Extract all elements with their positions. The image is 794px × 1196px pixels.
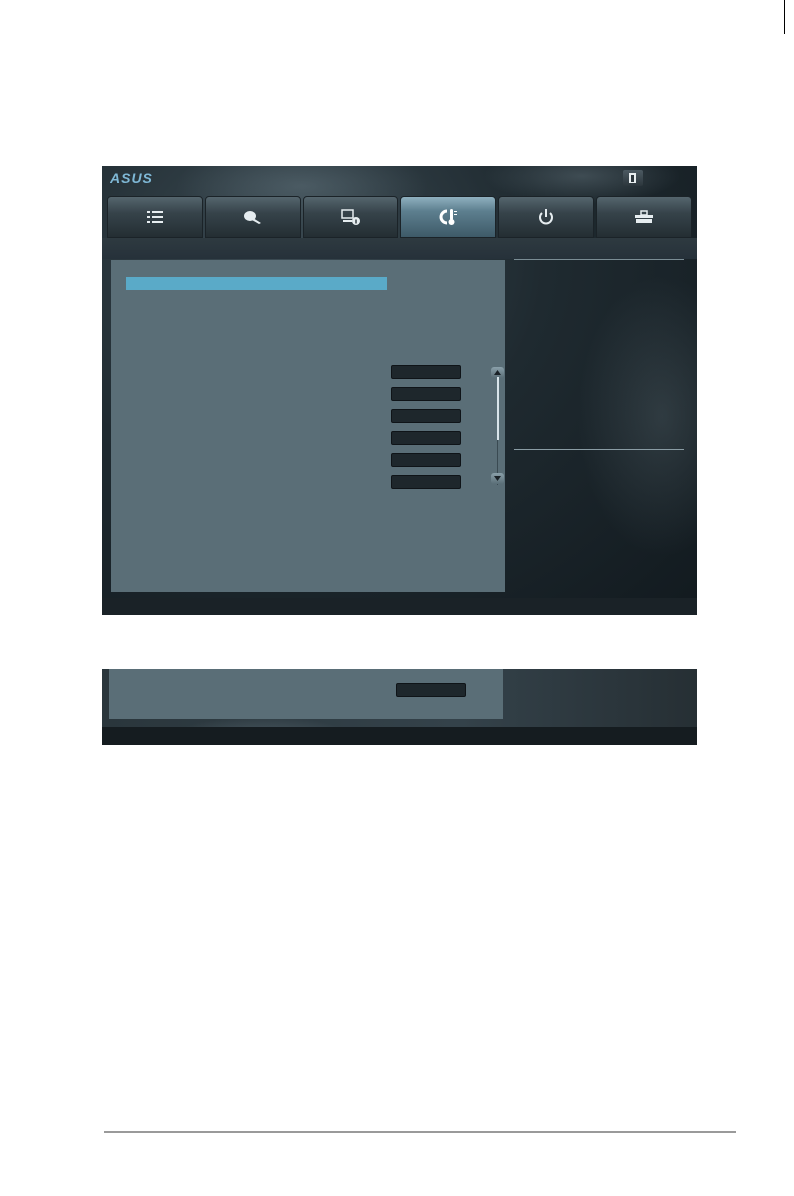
value-field[interactable] [391,409,461,423]
hotkey-divider [514,449,684,450]
system-info-icon [340,209,360,225]
main-tabs [107,196,692,238]
scroll-down-button[interactable] [491,473,504,484]
crop-mark [784,0,785,34]
tab-advanced[interactable] [302,196,399,238]
value-field[interactable] [391,365,461,379]
status-bar [102,598,697,615]
asus-logo: ASUS [110,170,153,186]
tool-icon [635,210,654,223]
tab-ai-tweaker[interactable] [204,196,301,238]
power-icon [539,209,554,225]
settings-panel [109,669,503,719]
svg-text:ASUS: ASUS [110,170,153,186]
value-field[interactable] [391,387,461,401]
monitor-thermometer-icon [439,209,458,225]
value-field[interactable] [391,453,461,467]
page-footer-rule [104,1131,736,1133]
help-panel [512,259,688,597]
scrollbar-thumb[interactable] [497,377,499,440]
arrow-up-icon [494,370,501,375]
value-field[interactable] [396,683,466,697]
tab-tool[interactable] [596,196,692,238]
list-icon [146,211,163,223]
tweaker-icon [243,211,261,224]
exit-door-icon [629,173,636,183]
top-bar: ASUS [102,166,697,191]
bios-screen-crop [102,669,697,745]
tab-monitor[interactable] [400,196,497,238]
help-divider [514,259,684,260]
tab-main[interactable] [107,196,203,238]
tab-boot[interactable] [498,196,595,238]
value-field[interactable] [391,475,461,489]
selected-item-highlight[interactable] [126,277,387,290]
bios-screen: ASUS [102,166,697,615]
status-bar [102,727,697,745]
breadcrumb-bar [102,238,697,259]
value-field[interactable] [391,431,461,445]
settings-panel [111,260,505,592]
exit-button[interactable] [623,170,643,186]
arrow-down-icon [494,476,501,481]
